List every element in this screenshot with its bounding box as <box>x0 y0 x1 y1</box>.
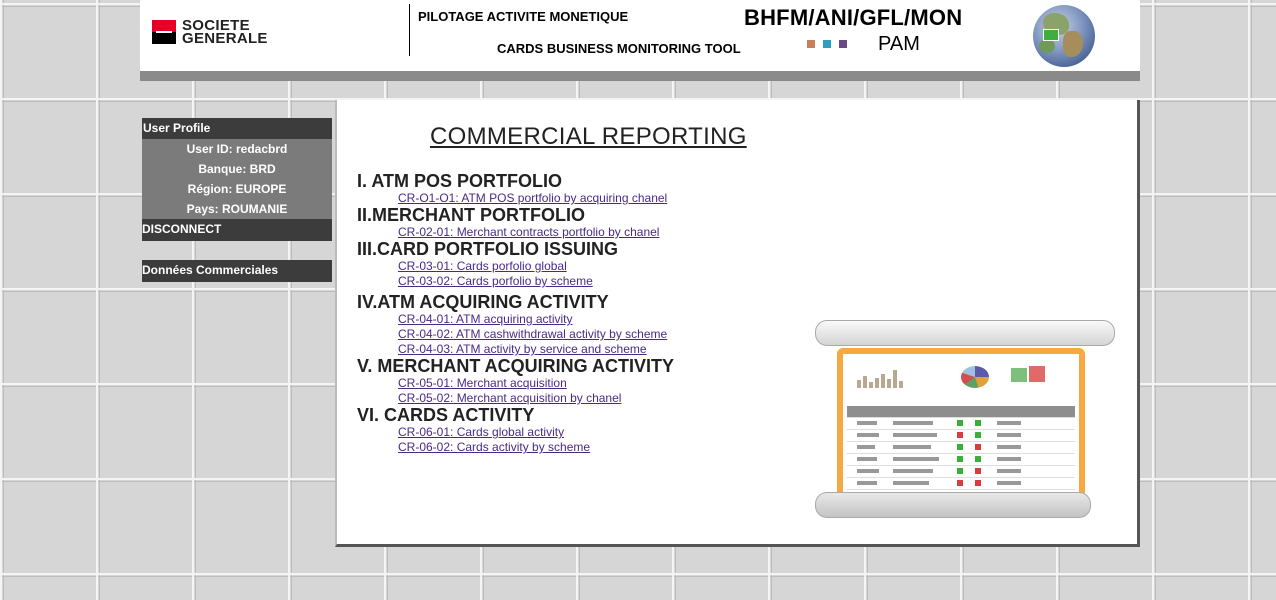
report-link-cr-04-03[interactable]: CR-04-03: ATM activity by service and sc… <box>398 342 674 357</box>
main-panel: COMMERCIAL REPORTING I. ATM POS PORTFOLI… <box>335 100 1140 547</box>
report-paper <box>837 348 1085 498</box>
page-title: COMMERCIAL REPORTING <box>430 123 747 150</box>
report-link-cr-03-02[interactable]: CR-03-02: Cards porfolio by scheme <box>398 274 674 289</box>
report-link-cr-02-01[interactable]: CR-02-01: Merchant contracts portfolio b… <box>398 225 674 240</box>
scroll-roll-bottom <box>815 492 1091 518</box>
section-title: VI. CARDS ACTIVITY <box>357 405 535 425</box>
report-link-cr-05-02[interactable]: CR-05-02: Merchant acquisition by chanel <box>398 391 674 406</box>
user-profile-heading: User Profile <box>142 118 332 139</box>
logo-text-line2: GENERALE <box>182 30 268 47</box>
societe-generale-logo-icon <box>152 20 176 44</box>
section-title: III.CARD PORTFOLIO ISSUING <box>357 239 619 259</box>
country: Pays: ROUMANIE <box>142 199 332 219</box>
logo-text: SOCIETE GENERALE <box>182 18 268 47</box>
app-subtitle: PAM <box>878 33 920 55</box>
report-link-cr-01-01[interactable]: CR-O1-O1: ATM POS portfolio by acquiring… <box>398 191 674 206</box>
purple-square-icon <box>839 40 847 48</box>
report-link-cr-05-01[interactable]: CR-05-01: Merchant acquisition <box>398 376 674 391</box>
section-title: II.MERCHANT PORTFOLIO <box>357 205 585 225</box>
globe-icon <box>1033 5 1095 67</box>
section-title: IV.ATM ACQUIRING ACTIVITY <box>357 292 609 312</box>
report-link-cr-06-02[interactable]: CR-06-02: Cards activity by scheme <box>398 440 674 455</box>
header-title: PILOTAGE ACTIVITE MONETIQUE <box>418 9 629 24</box>
header-subtitle: CARDS BUSINESS MONITORING TOOL <box>497 41 741 56</box>
disconnect-link[interactable]: DISCONNECT <box>142 219 332 241</box>
report-link-cr-04-02[interactable]: CR-04-02: ATM cashwithdrawal activity by… <box>398 327 674 342</box>
orange-square-icon <box>807 40 815 48</box>
bank: Banque: BRD <box>142 159 332 179</box>
header-bar <box>140 71 1140 81</box>
app-code: BHFM/ANI/GFL/MON <box>744 5 963 30</box>
report-scroll-illustration <box>815 320 1117 522</box>
report-sections: I. ATM POS PORTFOLIO CR-O1-O1: ATM POS p… <box>357 172 674 455</box>
header-divider <box>409 4 410 56</box>
report-link-cr-03-01[interactable]: CR-03-01: Cards porfolio global <box>398 259 674 274</box>
user-id: User ID: redacbrd <box>142 139 332 159</box>
report-link-cr-06-01[interactable]: CR-06-01: Cards global activity <box>398 425 674 440</box>
commercial-data-link[interactable]: Données Commerciales <box>142 260 332 282</box>
report-link-cr-04-01[interactable]: CR-04-01: ATM acquiring activity <box>398 312 674 327</box>
section-title: V. MERCHANT ACQUIRING ACTIVITY <box>357 356 675 376</box>
blue-square-icon <box>823 40 831 48</box>
sidebar: User Profile User ID: redacbrd Banque: B… <box>142 118 332 282</box>
app-header: SOCIETE GENERALE PILOTAGE ACTIVITE MONET… <box>140 0 1140 71</box>
section-title: I. ATM POS PORTFOLIO <box>357 171 562 191</box>
region: Région: EUROPE <box>142 179 332 199</box>
scroll-roll-top <box>815 320 1115 346</box>
